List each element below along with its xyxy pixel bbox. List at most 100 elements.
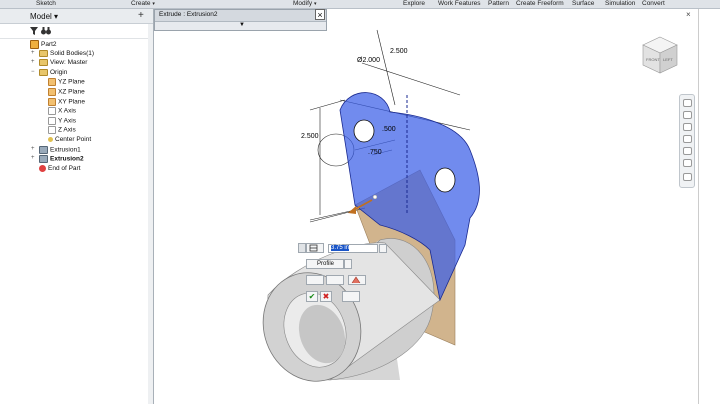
distance-icon [309, 244, 318, 252]
tree-node[interactable]: X Axis [48, 107, 76, 116]
end-of-part-icon [39, 164, 46, 172]
viewcube-left[interactable]: LEFT [663, 57, 673, 62]
tree-node-label: X Axis [58, 107, 77, 115]
tree-node-label: Origin [50, 69, 68, 77]
ribbon-modify[interactable]: Modify ▾ [293, 0, 316, 7]
graphics-viewport[interactable]: 2.500 Ø2.000 2.500 .500 .750 3.75 in Pro… [154, 9, 698, 404]
dimension-d2[interactable]: Ø2.000 [357, 57, 380, 64]
ok-button[interactable]: ✔ [306, 291, 318, 302]
filter-icon[interactable] [30, 27, 38, 35]
extrude-dialog-titlebar[interactable]: Extrude : Extrusion2 [155, 10, 326, 22]
model-canvas[interactable]: 2.500 Ø2.000 2.500 .500 .750 [154, 9, 698, 404]
tree-node[interactable]: + Extrusion1 [31, 145, 81, 155]
point-icon [48, 136, 53, 142]
tree-node[interactable]: − Origin [31, 68, 68, 78]
tree-node-label: Center Point [55, 136, 92, 143]
dialog-close-button[interactable]: × [315, 9, 325, 20]
expand-toggle-icon[interactable]: + [31, 146, 37, 152]
ribbon-pattern[interactable]: Pattern [488, 0, 509, 7]
browser-scrollbar[interactable] [148, 24, 153, 404]
axis-icon [48, 107, 56, 116]
nav-options-icon[interactable] [683, 173, 692, 181]
distance-dropdown-icon[interactable] [379, 244, 387, 253]
ribbon-explore[interactable]: Explore [403, 0, 425, 7]
extrusion-icon [39, 145, 48, 154]
extrusion-icon [39, 155, 48, 164]
output-button[interactable] [306, 275, 324, 285]
more-options-button[interactable] [342, 291, 360, 302]
profile-button[interactable]: Profile [306, 259, 344, 269]
mini-toolbar-grip[interactable] [298, 243, 306, 253]
expand-toggle-icon[interactable]: + [31, 59, 37, 65]
distance-input[interactable]: 3.75 in [328, 244, 378, 253]
axis-icon [48, 126, 56, 135]
tree-node[interactable]: Part2 [30, 40, 57, 49]
expand-toggle-icon[interactable]: − [31, 69, 37, 75]
browser-toolbar [0, 24, 153, 39]
tree-node-label: End of Part [48, 165, 81, 173]
tree-node-label: XY Plane [58, 98, 85, 106]
ribbon-create-freeform[interactable]: Create Freeform [516, 0, 564, 7]
dimension-d1[interactable]: 2.500 [390, 48, 408, 55]
dimension-d3[interactable]: 2.500 [301, 133, 319, 140]
ribbon-create[interactable]: Create ▾ [131, 0, 155, 7]
dimension-d5[interactable]: .750 [368, 149, 382, 156]
tree-node[interactable]: Z Axis [48, 126, 76, 135]
binoculars-icon[interactable] [41, 27, 51, 35]
tree-node-label: Part2 [41, 41, 57, 49]
folder-icon [39, 68, 48, 76]
tree-node[interactable]: End of Part [39, 164, 81, 174]
navigation-bar [679, 94, 695, 188]
expand-toggle-icon[interactable]: + [31, 50, 37, 56]
tree-node-label: Extrusion2 [50, 155, 84, 163]
folder-icon [39, 49, 48, 57]
orbit-icon[interactable] [683, 135, 692, 143]
expand-toggle-icon[interactable]: + [31, 155, 37, 161]
plane-icon [48, 97, 56, 106]
cut-icon [351, 276, 361, 284]
look-at-icon[interactable] [683, 147, 692, 155]
tree-node-label: Y Axis [58, 117, 76, 125]
ribbon-sketch[interactable]: Sketch [36, 0, 56, 7]
tree-node-label: Solid Bodies(1) [50, 49, 95, 57]
tree-node[interactable]: + Solid Bodies(1) [31, 49, 95, 59]
plane-icon [48, 88, 56, 96]
tree-node-label: Z Axis [58, 127, 76, 135]
ribbon-panel-bar: Sketch Create ▾ Modify ▾ Explore Work Fe… [0, 0, 720, 9]
ribbon-surface[interactable]: Surface [572, 0, 594, 7]
steering-wheel-icon[interactable] [683, 99, 692, 107]
operation-button[interactable] [348, 275, 366, 285]
tree-node[interactable]: + Extrusion2 [31, 155, 84, 164]
tree-node-label: View: Master [50, 59, 88, 67]
tree-node-label: YZ Plane [58, 79, 85, 87]
model-browser: Model ▾ + Part2 + Solid Bodies(1) + View: Ma… [0, 9, 154, 404]
tree-node-label: Extrusion1 [50, 146, 81, 154]
tree-node-label: XZ Plane [58, 88, 85, 96]
zoom-icon[interactable] [683, 123, 692, 131]
ribbon-work-features[interactable]: Work Features [438, 0, 481, 7]
viewcube-front[interactable]: FRONT [646, 57, 660, 62]
tree-node[interactable]: YZ Plane [48, 78, 85, 87]
pan-icon[interactable] [683, 111, 692, 119]
browser-title[interactable]: Model ▾ [30, 12, 58, 21]
dialog-expand-icon[interactable]: ▼ [239, 22, 245, 28]
profile-dropdown-icon[interactable] [344, 259, 352, 269]
viewcube[interactable]: FRONT LEFT [640, 35, 680, 75]
close-window-icon[interactable]: × [686, 10, 691, 19]
ribbon-simulation[interactable]: Simulation [605, 0, 635, 7]
add-icon[interactable]: + [138, 10, 144, 21]
browser-header: Model ▾ + [0, 9, 153, 24]
cancel-button[interactable]: ✖ [320, 291, 332, 302]
viewport-scrollbar[interactable] [698, 9, 720, 404]
tree-node[interactable]: Center Point [48, 136, 91, 145]
direction-button[interactable] [326, 275, 344, 285]
tree-node[interactable]: XZ Plane [48, 88, 85, 97]
tree-node[interactable]: Y Axis [48, 116, 76, 126]
tree-node[interactable]: + View: Master [31, 59, 88, 68]
free-orbit-icon[interactable] [683, 159, 692, 167]
distance-mode-button[interactable] [306, 243, 324, 253]
tree-node[interactable]: XY Plane [48, 97, 85, 107]
ribbon-convert[interactable]: Convert [642, 0, 665, 7]
dimension-d4[interactable]: .500 [382, 126, 396, 133]
folder-icon [39, 59, 48, 67]
